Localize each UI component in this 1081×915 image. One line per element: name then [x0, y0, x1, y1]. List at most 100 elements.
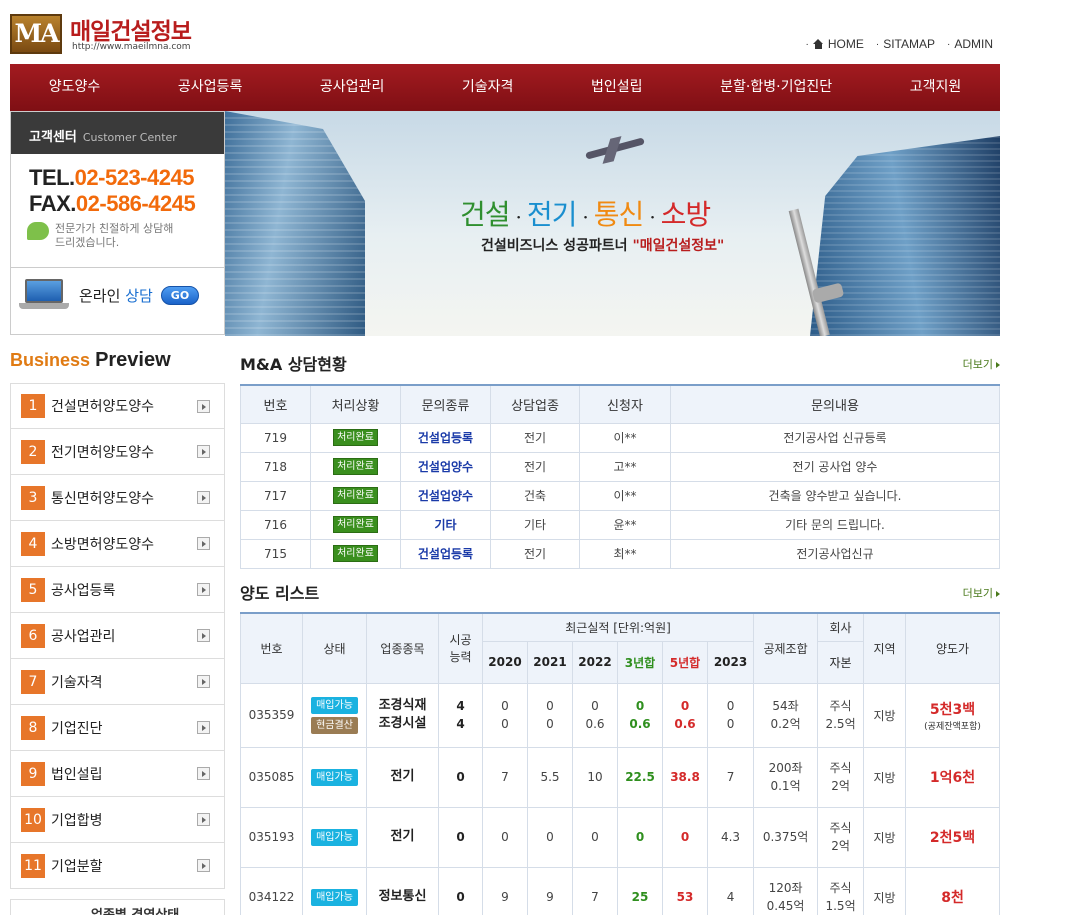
table-row[interactable]: 715 처리완료 건설업등록 전기 최** 전기공사업신규	[240, 538, 1000, 569]
divider	[11, 267, 224, 268]
menu-item-industry-status[interactable]: 업종별 경영상태	[10, 899, 225, 915]
table-row[interactable]: 716 처리완료 기타 기타 윤** 기타 문의 드립니다.	[240, 509, 1000, 540]
table-row[interactable]: 035193 매입가능 전기 0 0 0 0 0 0 4.3 0.375억 주식 2억 지방 2천5백	[240, 806, 1000, 868]
nav-license[interactable]: 기술자격	[423, 64, 552, 111]
business-preview-title: Business Preview	[10, 349, 171, 371]
sale-table: 번호 상태 업종종목 시공 능력 최근실적 [단위:억원] 공제조합 회사 지역 …	[240, 612, 1000, 915]
online-consult-button[interactable]: 온라인 상담 GO	[19, 277, 200, 313]
sale-more-link[interactable]: 더보기	[963, 585, 1000, 601]
fax-number: 02-586-4245	[75, 191, 196, 216]
menu-item-number: 1	[21, 394, 45, 418]
status-badge: 매입가능	[311, 696, 358, 714]
inquiry-content-link[interactable]: 전기공사업신규	[670, 538, 1000, 569]
menu-item[interactable]: 5 공사업등록	[10, 567, 225, 613]
ma-more-link[interactable]: 더보기	[963, 356, 1000, 372]
table-header-row: 번호 처리상황 문의종류 상담업종 신청자 문의내용	[240, 384, 1000, 424]
arrow-right-icon	[197, 491, 210, 504]
site-name: 매일건설정보	[70, 19, 192, 45]
menu-item[interactable]: 8 기업진단	[10, 705, 225, 751]
table-row[interactable]: 719 처리완료 건설업등록 전기 이** 전기공사업 신규등록	[240, 422, 1000, 453]
inquiry-content-link[interactable]: 전기공사업 신규등록	[670, 422, 1000, 453]
status-badge: 처리완료	[333, 516, 378, 533]
nav-registration[interactable]: 공사업등록	[139, 64, 281, 111]
home-link[interactable]: · HOME	[806, 37, 864, 51]
menu-item-label: 통신면허양도양수	[51, 490, 155, 507]
menu-item[interactable]: 2 전기면허양도양수	[10, 429, 225, 475]
home-icon	[812, 39, 824, 49]
nav-support[interactable]: 고객지원	[871, 64, 1000, 111]
arrow-right-icon	[197, 675, 210, 688]
nav-merger[interactable]: 분할·합병·기업진단	[681, 64, 871, 111]
menu-item-label: 소방면허양도양수	[51, 536, 155, 553]
menu-item-number: 10	[21, 807, 45, 832]
table-row[interactable]: 718 처리완료 건설업양수 전기 고** 전기 공사업 양수	[240, 451, 1000, 482]
airplane-icon	[585, 133, 645, 164]
sitemap-link[interactable]: · SITAMAP	[876, 37, 935, 51]
menu-item-label: 공사업등록	[51, 582, 116, 599]
price: 2천5백	[929, 830, 976, 846]
arrow-right-icon	[197, 859, 210, 872]
contact-numbers: TEL.02-523-4245 FAX.02-586-4245	[29, 165, 196, 216]
menu-item[interactable]: 1 건설면허양도양수	[10, 383, 225, 429]
tower-image	[788, 206, 855, 336]
menu-item-label: 기업분할	[51, 858, 103, 875]
arrow-right-icon	[197, 813, 210, 826]
main-nav: 양도양수 공사업등록 공사업관리 기술자격 법인설립 분할·합병·기업진단 고객…	[10, 64, 1000, 111]
consult-note: 전문가가 친절하게 상담해 드리겠습니다.	[27, 222, 173, 250]
inquiry-type-link[interactable]: 건설업양수	[418, 460, 473, 474]
inquiry-content-link[interactable]: 건축을 양수받고 싶습니다.	[670, 480, 1000, 511]
menu-item-number: 6	[21, 623, 45, 648]
status-badge: 처리완료	[333, 487, 378, 504]
status-badge: 매입가능	[311, 828, 358, 846]
site-logo[interactable]: MA 매일건설정보 http://www.maeilmna.com	[10, 12, 210, 56]
inquiry-type-link[interactable]: 건설업등록	[418, 547, 473, 561]
status-badge: 처리완료	[333, 458, 378, 475]
menu-item-label: 공사업관리	[51, 628, 116, 645]
sale-section-title: 양도 리스트	[240, 584, 320, 603]
nav-management[interactable]: 공사업관리	[281, 64, 423, 111]
menu-item-number: 11	[21, 853, 45, 878]
menu-item-label: 기업진단	[51, 720, 103, 737]
menu-item[interactable]: 9 법인설립	[10, 751, 225, 797]
menu-item-number: 2	[21, 439, 45, 464]
go-button[interactable]: GO	[160, 285, 200, 305]
inquiry-type-link[interactable]: 기타	[434, 518, 456, 532]
banner-tagline: 건설비즈니스 성공파트너 "매일건설정보"	[481, 238, 725, 254]
table-header-row: 번호 상태 업종종목 시공 능력 최근실적 [단위:억원] 공제조합 회사 지역 …	[240, 612, 1000, 684]
chat-bubble-icon	[27, 222, 49, 240]
menu-item[interactable]: 6 공사업관리	[10, 613, 225, 659]
inquiry-content-link[interactable]: 기타 문의 드립니다.	[670, 509, 1000, 540]
menu-item[interactable]: 3 통신면허양도양수	[10, 475, 225, 521]
inquiry-content-link[interactable]: 전기 공사업 양수	[670, 451, 1000, 482]
status-badge: 매입가능	[311, 888, 358, 906]
menu-item[interactable]: 7 기술자격	[10, 659, 225, 705]
status-badge: 현금결산	[311, 716, 358, 734]
arrow-right-icon	[197, 400, 210, 413]
business-preview-menu: 1 건설면허양도양수 2 전기면허양도양수 3 통신면허양도양수 4 소방면허양도양수 5 공사업…	[10, 383, 225, 889]
menu-item[interactable]: 11 기업분할	[10, 843, 225, 889]
inquiry-type-link[interactable]: 건설업양수	[418, 489, 473, 503]
table-row[interactable]: 035359 매입가능 현금결산 조경식재 조경시설 4 4 0 0 0 0 0 0.6 0 0.6 0 0.6…	[240, 682, 1000, 748]
nav-incorporation[interactable]: 법인설립	[552, 64, 681, 111]
table-row[interactable]: 717 처리완료 건설업양수 건축 이** 건축을 양수받고 싶습니다.	[240, 480, 1000, 511]
menu-item-number: 9	[21, 761, 45, 786]
table-row[interactable]: 035085 매입가능 전기 0 7 5.5 10 22.5 38.8 7 200좌 0.1억 주식 2억…	[240, 746, 1000, 808]
site-url: http://www.maeilmna.com	[72, 42, 191, 52]
laptop-icon	[19, 277, 71, 313]
status-badge: 처리완료	[333, 545, 378, 562]
admin-link[interactable]: · ADMIN	[947, 37, 993, 51]
arrow-right-icon	[197, 767, 210, 780]
menu-item-number: 3	[21, 485, 45, 510]
menu-item[interactable]: 4 소방면허양도양수	[10, 521, 225, 567]
nav-transfer[interactable]: 양도양수	[10, 64, 139, 111]
menu-item-label: 기업합병	[51, 812, 103, 829]
building-left-image	[225, 111, 365, 336]
arrow-right-icon	[197, 721, 210, 734]
menu-item-number: 4	[21, 531, 45, 556]
inquiry-type-link[interactable]: 건설업등록	[418, 431, 473, 445]
arrow-right-icon	[197, 537, 210, 550]
table-row[interactable]: 034122 매입가능 정보통신 0 9 9 7 25 53 4 120좌 0.45억 주식 1.5억 지방…	[240, 866, 1000, 915]
menu-item-number: 7	[21, 669, 45, 694]
logo-mark: MA	[10, 14, 62, 54]
menu-item[interactable]: 10 기업합병	[10, 797, 225, 843]
